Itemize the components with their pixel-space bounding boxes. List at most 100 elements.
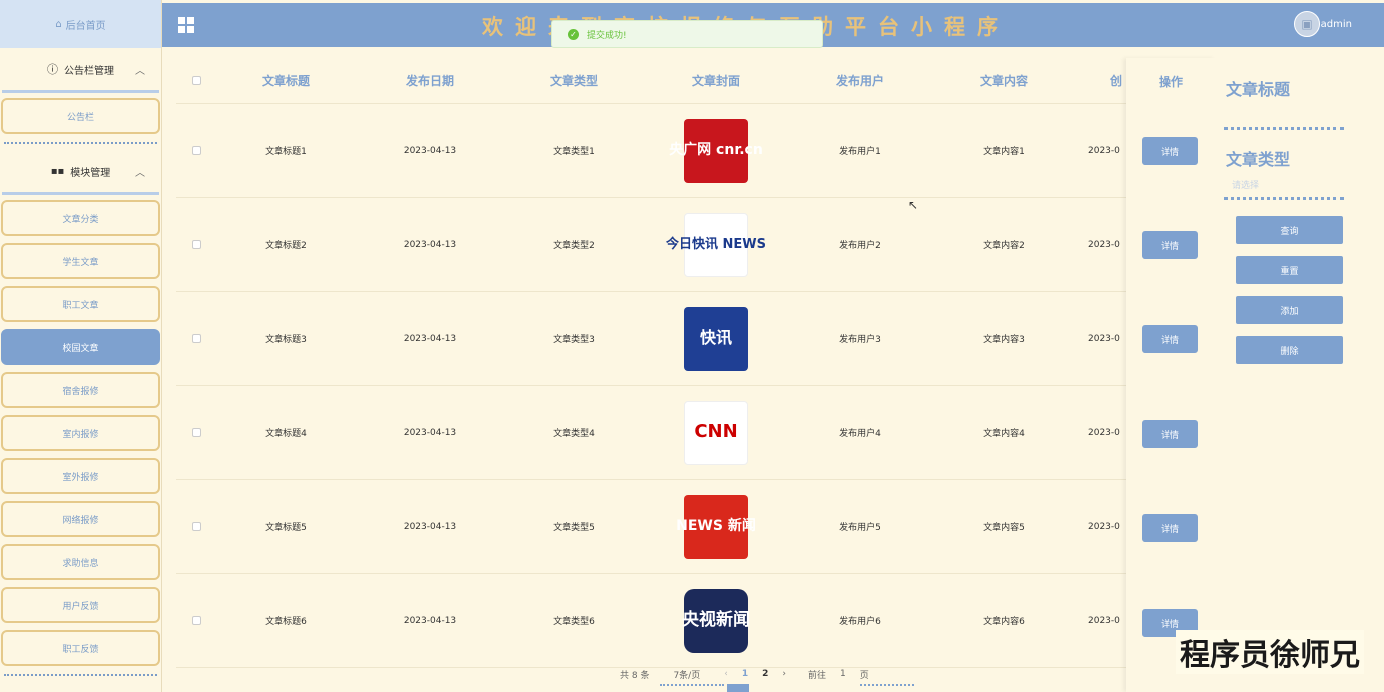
group-module-label: 模块管理 xyxy=(70,167,111,179)
query-button[interactable]: 查询 xyxy=(1236,216,1343,244)
success-toast: ✓ 提交成功! xyxy=(551,20,823,48)
chevron-up-icon: ︿ xyxy=(135,168,145,179)
page-suffix: 页 xyxy=(859,670,869,681)
col-date: 发布日期 xyxy=(405,74,454,88)
row-checkbox[interactable] xyxy=(186,292,206,385)
cell-type: 文章类型1 xyxy=(553,147,595,157)
sidebar-item-network-repair[interactable]: 网络报修 xyxy=(1,501,160,537)
cell-date: 2023-04-13 xyxy=(403,239,457,250)
type-filter-label: 文章类型 xyxy=(1226,150,1291,169)
divider xyxy=(2,192,159,195)
check-icon: ✓ xyxy=(568,28,579,40)
cell-date: 2023-04-13 xyxy=(403,615,457,626)
username[interactable]: admin xyxy=(1321,19,1352,30)
detail-button[interactable]: 详情 xyxy=(1142,420,1198,448)
cell-cover: CNN xyxy=(656,386,776,479)
cell-title: 文章标题4 xyxy=(265,429,307,439)
col-type: 文章类型 xyxy=(549,74,598,88)
type-filter-select[interactable]: 请选择 xyxy=(1232,178,1259,191)
cell-date: 2023-04-13 xyxy=(403,333,457,344)
sidebar-item-staff-articles[interactable]: 职工文章 xyxy=(1,286,160,322)
sidebar-item-category[interactable]: 文章分类 xyxy=(1,200,160,236)
cell-content: 文章内容3 xyxy=(983,335,1025,345)
home-link[interactable]: ⌂ 后台首页 xyxy=(0,0,161,48)
avatar[interactable]: ▣ xyxy=(1294,11,1320,37)
pagination: 共 8 条 7条/页 ‹ 1 2 › 前往 1 页 xyxy=(600,666,869,682)
cell-content: 文章内容6 xyxy=(983,617,1025,627)
page-1[interactable]: 1 xyxy=(742,669,748,679)
cell-title: 文章标题2 xyxy=(265,241,307,251)
table-row: 文章标题6 2023-04-13 文章类型6 央视新闻 发布用户6 文章内容6 … xyxy=(176,574,1216,668)
cell-user: 发布用户4 xyxy=(839,429,881,439)
sidebar-item-notice[interactable]: 公告栏 xyxy=(1,98,160,134)
row-checkbox[interactable] xyxy=(186,104,206,197)
info-icon: ⓘ xyxy=(47,63,58,76)
chevron-right-icon[interactable]: › xyxy=(782,669,786,679)
home-label: 后台首页 xyxy=(65,20,106,32)
title-filter-input[interactable] xyxy=(1224,127,1344,130)
col-action: 操作 xyxy=(1158,74,1183,89)
table-row: 文章标题1 2023-04-13 文章类型1 央广网 cnr.cn 发布用户1 … xyxy=(176,104,1216,198)
row-checkbox[interactable] xyxy=(186,386,206,479)
total-count: 共 8 条 xyxy=(620,670,650,681)
col-title: 文章标题 xyxy=(261,74,310,88)
row-checkbox[interactable] xyxy=(186,574,206,667)
sidebar-item-student-articles[interactable]: 学生文章 xyxy=(1,243,160,279)
sidebar: ⌂ 后台首页 ⓘ 公告栏管理 ︿ 公告栏 ▪▪ 模块管理 ︿ 文章分类 学生文章… xyxy=(0,0,162,692)
group-module-header[interactable]: ▪▪ 模块管理 ︿ xyxy=(0,150,161,192)
cell-title: 文章标题5 xyxy=(265,523,307,533)
cell-type: 文章类型4 xyxy=(553,429,595,439)
cell-cover: 快讯 xyxy=(656,292,776,385)
cell-user: 发布用户6 xyxy=(839,617,881,627)
home-icon: ⌂ xyxy=(55,18,62,30)
row-checkbox[interactable] xyxy=(186,480,206,573)
cell-content: 文章内容1 xyxy=(983,147,1025,157)
scroll-indicator xyxy=(727,684,749,692)
col-created: 创 xyxy=(1109,74,1122,88)
goto-label: 前往 xyxy=(807,670,826,681)
table-row: 文章标题3 2023-04-13 文章类型3 快讯 发布用户3 文章内容3 20… xyxy=(176,292,1216,386)
cell-cover: 央视新闻 xyxy=(656,574,776,667)
cover-image: 央视新闻 xyxy=(682,588,750,653)
divider xyxy=(4,674,157,676)
add-button[interactable]: 添加 xyxy=(1236,296,1343,324)
row-checkbox[interactable] xyxy=(186,198,206,291)
select-all-checkbox[interactable] xyxy=(186,58,206,103)
sidebar-item-outdoor-repair[interactable]: 室外报修 xyxy=(1,458,160,494)
cover-image: 快讯 xyxy=(684,306,748,371)
sidebar-item-help-info[interactable]: 求助信息 xyxy=(1,544,160,580)
cover-image: 央广网 cnr.cn xyxy=(669,118,763,183)
reset-button[interactable]: 重置 xyxy=(1236,256,1343,284)
sidebar-item-staff-feedback[interactable]: 职工反馈 xyxy=(1,630,160,666)
action-column: 操作 详情 详情 详情 详情 详情 详情 xyxy=(1126,58,1216,692)
cell-title: 文章标题6 xyxy=(265,617,307,627)
group-notice-header[interactable]: ⓘ 公告栏管理 ︿ xyxy=(0,48,161,90)
page-2[interactable]: 2 xyxy=(762,669,768,679)
chevron-left-icon[interactable]: ‹ xyxy=(724,669,728,679)
delete-button[interactable]: 删除 xyxy=(1236,336,1343,364)
col-user: 发布用户 xyxy=(835,74,884,88)
detail-button[interactable]: 详情 xyxy=(1142,514,1198,542)
sidebar-item-campus-articles[interactable]: 校园文章 xyxy=(1,329,160,365)
detail-button[interactable]: 详情 xyxy=(1142,325,1198,353)
goto-input[interactable]: 1 xyxy=(840,669,846,679)
toast-message: 提交成功! xyxy=(587,30,627,41)
cell-title: 文章标题1 xyxy=(265,147,307,157)
detail-button[interactable]: 详情 xyxy=(1142,231,1198,259)
detail-button[interactable]: 详情 xyxy=(1142,137,1198,165)
sidebar-item-user-feedback[interactable]: 用户反馈 xyxy=(1,587,160,623)
menu-toggle-icon[interactable] xyxy=(178,17,194,33)
col-content: 文章内容 xyxy=(979,74,1028,88)
title-filter-label: 文章标题 xyxy=(1226,80,1291,99)
cell-content: 文章内容5 xyxy=(983,523,1025,533)
type-filter-underline xyxy=(1224,197,1344,200)
sidebar-item-indoor-repair[interactable]: 室内报修 xyxy=(1,415,160,451)
cell-type: 文章类型2 xyxy=(553,241,595,251)
page-size-select[interactable]: 7条/页 xyxy=(673,668,700,681)
sidebar-item-dorm-repair[interactable]: 宿舍报修 xyxy=(1,372,160,408)
cell-title: 文章标题3 xyxy=(265,335,307,345)
cell-date: 2023-04-13 xyxy=(403,427,457,438)
cover-image: 今日快讯 NEWS xyxy=(666,212,766,277)
divider xyxy=(2,90,159,93)
cover-image: NEWS 新闻 xyxy=(676,494,756,559)
